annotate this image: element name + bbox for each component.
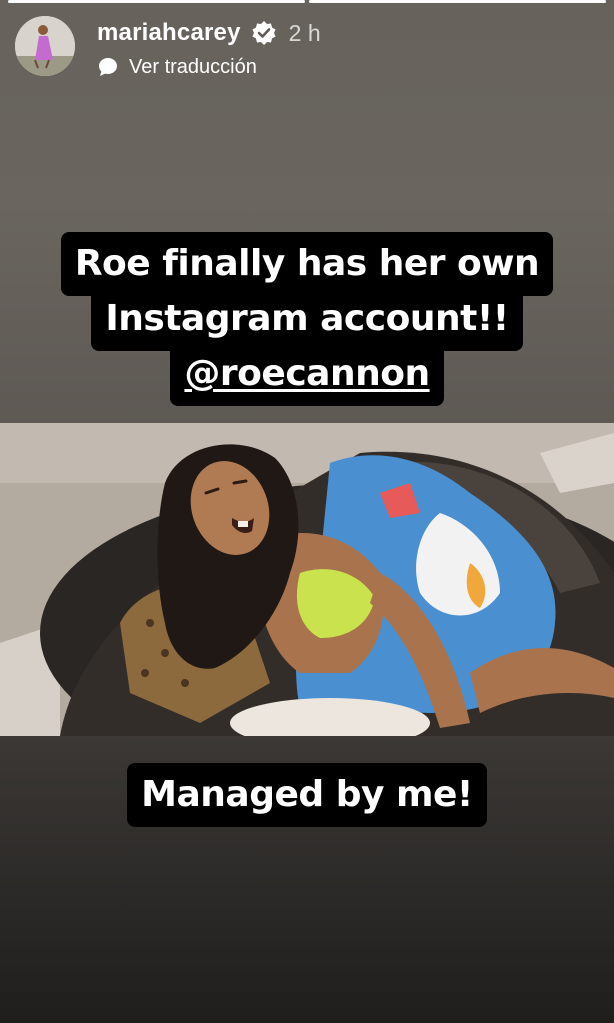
mention-link[interactable]: @roecannon bbox=[184, 353, 430, 394]
story-view[interactable]: mariahcarey 2 h Ver traducción Roe final… bbox=[0, 0, 614, 1023]
caption-mention-line: @roecannon bbox=[170, 342, 444, 406]
story-photo bbox=[0, 423, 614, 736]
progress-segment bbox=[309, 0, 606, 3]
avatar[interactable] bbox=[15, 16, 75, 76]
caption-line: Managed by me! bbox=[127, 763, 487, 827]
see-translation-button[interactable]: Ver traducción bbox=[97, 54, 321, 80]
verified-badge-icon bbox=[251, 20, 277, 46]
post-time: 2 h bbox=[288, 19, 321, 46]
see-translation-label: Ver traducción bbox=[129, 55, 257, 78]
story-header: mariahcarey 2 h Ver traducción bbox=[15, 16, 321, 80]
progress-segment bbox=[8, 0, 305, 3]
speech-bubble-icon bbox=[97, 56, 119, 78]
bottom-caption: Managed by me! bbox=[0, 763, 614, 827]
username[interactable]: mariahcarey bbox=[97, 19, 241, 47]
story-caption: Roe finally has her own Instagram accoun… bbox=[0, 232, 614, 406]
story-progress-bar bbox=[8, 0, 606, 3]
